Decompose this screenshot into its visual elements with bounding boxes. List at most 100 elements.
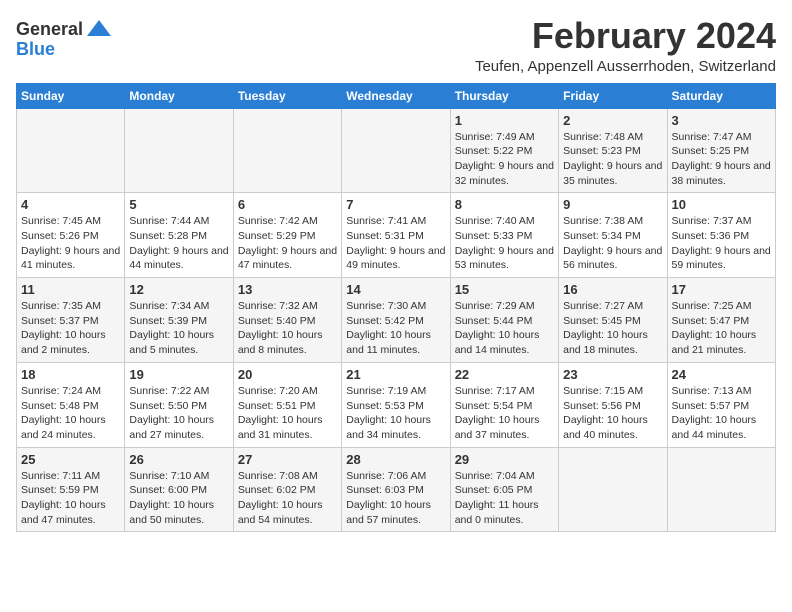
day-info: Sunrise: 7:13 AMSunset: 5:57 PMDaylight:… [672, 384, 771, 443]
day-info: Sunrise: 7:25 AMSunset: 5:47 PMDaylight:… [672, 299, 771, 358]
day-number: 22 [455, 367, 554, 382]
logo-blue-text: Blue [16, 39, 55, 59]
logo-text: General [16, 20, 83, 40]
day-info: Sunrise: 7:45 AMSunset: 5:26 PMDaylight:… [21, 214, 120, 273]
table-row: 17 Sunrise: 7:25 AMSunset: 5:47 PMDayligh… [667, 278, 775, 363]
table-row: 20 Sunrise: 7:20 AMSunset: 5:51 PMDayligh… [233, 362, 341, 447]
logo-icon [85, 16, 113, 44]
table-row: 10Sunrise: 7:37 AMSunset: 5:36 PMDayligh… [667, 193, 775, 278]
table-row: 11 Sunrise: 7:35 AMSunset: 5:37 PMDayligh… [17, 278, 125, 363]
day-number: 21 [346, 367, 445, 382]
title-area: February 2024 Teufen, Appenzell Ausserrh… [475, 16, 776, 75]
col-friday: Friday [559, 83, 667, 108]
day-number: 20 [238, 367, 337, 382]
table-row: 6Sunrise: 7:42 AMSunset: 5:29 PMDaylight… [233, 193, 341, 278]
table-row [342, 108, 450, 193]
day-info: Sunrise: 7:29 AMSunset: 5:44 PMDaylight:… [455, 299, 554, 358]
day-number: 29 [455, 452, 554, 467]
day-info: Sunrise: 7:20 AMSunset: 5:51 PMDaylight:… [238, 384, 337, 443]
table-row: 15 Sunrise: 7:29 AMSunset: 5:44 PMDayligh… [450, 278, 558, 363]
day-number: 26 [129, 452, 228, 467]
day-number: 10 [672, 197, 771, 212]
calendar-week-row: 1 Sunrise: 7:49 AMSunset: 5:22 PMDaylight… [17, 108, 776, 193]
day-info: Sunrise: 7:30 AMSunset: 5:42 PMDaylight:… [346, 299, 445, 358]
table-row [233, 108, 341, 193]
day-number: 7 [346, 197, 445, 212]
col-monday: Monday [125, 83, 233, 108]
table-row: 14 Sunrise: 7:30 AMSunset: 5:42 PMDayligh… [342, 278, 450, 363]
day-number: 13 [238, 282, 337, 297]
day-info: Sunrise: 7:22 AMSunset: 5:50 PMDaylight:… [129, 384, 228, 443]
table-row: 18 Sunrise: 7:24 AMSunset: 5:48 PMDayligh… [17, 362, 125, 447]
day-info: Sunrise: 7:49 AMSunset: 5:22 PMDaylight:… [455, 130, 554, 189]
table-row: 22 Sunrise: 7:17 AMSunset: 5:54 PMDayligh… [450, 362, 558, 447]
day-info: Sunrise: 7:35 AMSunset: 5:37 PMDaylight:… [21, 299, 120, 358]
table-row: 23 Sunrise: 7:15 AMSunset: 5:56 PMDayligh… [559, 362, 667, 447]
day-info: Sunrise: 7:34 AMSunset: 5:39 PMDaylight:… [129, 299, 228, 358]
table-row: 2Sunrise: 7:48 AMSunset: 5:23 PMDaylight… [559, 108, 667, 193]
day-number: 23 [563, 367, 662, 382]
table-row: 26Sunrise: 7:10 AMSunset: 6:00 PMDayligh… [125, 447, 233, 532]
day-info: Sunrise: 7:24 AMSunset: 5:48 PMDaylight:… [21, 384, 120, 443]
day-number: 16 [563, 282, 662, 297]
day-info: Sunrise: 7:19 AMSunset: 5:53 PMDaylight:… [346, 384, 445, 443]
col-tuesday: Tuesday [233, 83, 341, 108]
day-info: Sunrise: 7:32 AMSunset: 5:40 PMDaylight:… [238, 299, 337, 358]
day-number: 27 [238, 452, 337, 467]
table-row: 3 Sunrise: 7:47 AMSunset: 5:25 PMDaylight… [667, 108, 775, 193]
col-sunday: Sunday [17, 83, 125, 108]
day-number: 17 [672, 282, 771, 297]
month-year: February 2024 [475, 16, 776, 56]
table-row: 13 Sunrise: 7:32 AMSunset: 5:40 PMDayligh… [233, 278, 341, 363]
day-number: 14 [346, 282, 445, 297]
day-number: 18 [21, 367, 120, 382]
table-row: 29 Sunrise: 7:04 AMSunset: 6:05 PMDayligh… [450, 447, 558, 532]
calendar-week-row: 11 Sunrise: 7:35 AMSunset: 5:37 PMDayligh… [17, 278, 776, 363]
day-number: 5 [129, 197, 228, 212]
table-row: 7 Sunrise: 7:41 AMSunset: 5:31 PMDaylight… [342, 193, 450, 278]
table-row: 25 Sunrise: 7:11 AMSunset: 5:59 PMDayligh… [17, 447, 125, 532]
day-number: 1 [455, 113, 554, 128]
table-row: 21 Sunrise: 7:19 AMSunset: 5:53 PMDayligh… [342, 362, 450, 447]
calendar-week-row: 18 Sunrise: 7:24 AMSunset: 5:48 PMDayligh… [17, 362, 776, 447]
table-row: 9 Sunrise: 7:38 AMSunset: 5:34 PMDaylight… [559, 193, 667, 278]
day-info: Sunrise: 7:17 AMSunset: 5:54 PMDaylight:… [455, 384, 554, 443]
location: Teufen, Appenzell Ausserrhoden, Switzerl… [475, 58, 776, 75]
logo: General Blue [16, 16, 113, 60]
day-number: 3 [672, 113, 771, 128]
day-number: 9 [563, 197, 662, 212]
day-number: 25 [21, 452, 120, 467]
table-row: 5 Sunrise: 7:44 AMSunset: 5:28 PMDaylight… [125, 193, 233, 278]
day-info: Sunrise: 7:27 AMSunset: 5:45 PMDaylight:… [563, 299, 662, 358]
day-info: Sunrise: 7:40 AMSunset: 5:33 PMDaylight:… [455, 214, 554, 273]
day-number: 19 [129, 367, 228, 382]
table-row: 1 Sunrise: 7:49 AMSunset: 5:22 PMDaylight… [450, 108, 558, 193]
day-info: Sunrise: 7:38 AMSunset: 5:34 PMDaylight:… [563, 214, 662, 273]
table-row [125, 108, 233, 193]
col-saturday: Saturday [667, 83, 775, 108]
day-number: 6 [238, 197, 337, 212]
day-number: 8 [455, 197, 554, 212]
day-info: Sunrise: 7:04 AMSunset: 6:05 PMDaylight:… [455, 469, 554, 528]
day-number: 4 [21, 197, 120, 212]
day-info: Sunrise: 7:11 AMSunset: 5:59 PMDaylight:… [21, 469, 120, 528]
header: General Blue February 2024 Teufen, Appen… [16, 16, 776, 75]
col-thursday: Thursday [450, 83, 558, 108]
day-info: Sunrise: 7:47 AMSunset: 5:25 PMDaylight:… [672, 130, 771, 189]
day-info: Sunrise: 7:44 AMSunset: 5:28 PMDaylight:… [129, 214, 228, 273]
day-info: Sunrise: 7:41 AMSunset: 5:31 PMDaylight:… [346, 214, 445, 273]
day-info: Sunrise: 7:15 AMSunset: 5:56 PMDaylight:… [563, 384, 662, 443]
table-row [17, 108, 125, 193]
day-number: 28 [346, 452, 445, 467]
day-info: Sunrise: 7:48 AMSunset: 5:23 PMDaylight:… [563, 130, 662, 189]
table-row: 16 Sunrise: 7:27 AMSunset: 5:45 PMDayligh… [559, 278, 667, 363]
table-row: 4 Sunrise: 7:45 AMSunset: 5:26 PMDaylight… [17, 193, 125, 278]
table-row: 8 Sunrise: 7:40 AMSunset: 5:33 PMDaylight… [450, 193, 558, 278]
day-number: 11 [21, 282, 120, 297]
table-row [559, 447, 667, 532]
day-number: 15 [455, 282, 554, 297]
calendar-header-row: Sunday Monday Tuesday Wednesday Thursday… [17, 83, 776, 108]
table-row: 27Sunrise: 7:08 AMSunset: 6:02 PMDayligh… [233, 447, 341, 532]
day-info: Sunrise: 7:06 AMSunset: 6:03 PMDaylight:… [346, 469, 445, 528]
table-row [667, 447, 775, 532]
